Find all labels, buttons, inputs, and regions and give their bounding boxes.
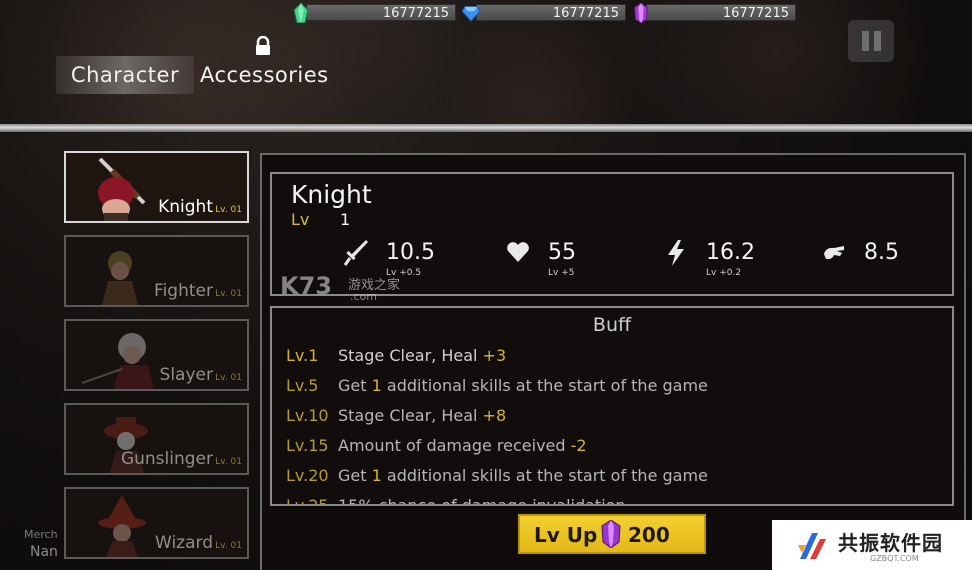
character-level: Lv. 01 <box>215 373 242 383</box>
stat-bonus: Lv +0.2 <box>706 268 742 278</box>
level-up-cost: 200 <box>628 523 670 547</box>
currency-purple-gem: 16777215 <box>632 2 796 23</box>
buff-row: Lv.20 Get 1 additional skills at the star… <box>286 466 708 492</box>
currency-value: 16777215 <box>476 4 626 21</box>
purple-gem-icon <box>601 520 621 548</box>
stat-value: 8.5 <box>864 240 899 265</box>
buff-text: Stage Clear, Heal <box>338 346 483 365</box>
buff-text: 15% <box>338 496 379 506</box>
currency-green-gem: 16777215 <box>292 2 456 23</box>
hero-level-label: Lv <box>291 210 310 229</box>
character-card-fighter[interactable]: Fighter Lv. 01 <box>64 235 249 307</box>
stat-value: 10.5 <box>386 240 435 265</box>
buff-highlight: +3 <box>482 346 507 365</box>
level-up-button[interactable]: Lv Up 200 <box>518 514 706 554</box>
buff-text: Get <box>338 466 372 485</box>
character-name: Gunslinger <box>120 449 213 469</box>
buff-text: additional skills at the start of the ga… <box>381 466 708 485</box>
purple-gem-icon <box>634 2 648 23</box>
character-level: Lv. 01 <box>215 541 242 551</box>
fighter-portrait-icon <box>102 251 138 305</box>
buff-text: Amount of damage received <box>338 436 571 455</box>
buff-text: Get <box>338 376 372 395</box>
gzbqt-watermark: 共振软件园 GZBQT.COM <box>772 520 972 570</box>
character-name: Fighter <box>154 281 213 301</box>
green-gem-icon <box>293 2 309 23</box>
buff-level: Lv.10 <box>286 406 329 425</box>
character-level: Lv. 01 <box>215 457 242 467</box>
buff-row: Lv.15 Amount of damage received -2 <box>286 436 587 462</box>
buff-level: Lv.25 <box>286 496 329 506</box>
character-card-gunslinger[interactable]: Gunslinger Lv. 01 <box>64 403 249 475</box>
stat-bonus: Lv +5 <box>548 268 575 278</box>
k73-watermark: K73 <box>280 272 332 300</box>
heart-icon <box>507 242 529 262</box>
lightning-icon <box>668 240 684 266</box>
stat-value: 16.2 <box>706 240 755 265</box>
character-name: Wizard <box>155 533 213 553</box>
gzbqt-logo-icon <box>798 533 826 559</box>
wizard-portrait-icon <box>98 495 146 557</box>
gzbqt-title: 共振软件园 <box>838 531 943 555</box>
character-name: Slayer <box>159 365 213 385</box>
side-label: Merch <box>24 528 58 541</box>
character-card-wizard[interactable]: Wizard Lv. 01 <box>64 487 249 559</box>
level-up-label: Lv Up <box>534 523 598 547</box>
buff-level: Lv.1 <box>286 346 319 365</box>
knight-portrait-icon <box>98 157 146 221</box>
buff-row: Lv.5 Get 1 additional skills at the start… <box>286 376 708 402</box>
tab-accessories[interactable]: Accessories <box>200 56 330 94</box>
hero-level-value: 1 <box>340 210 351 229</box>
character-level: Lv. 01 <box>215 289 242 299</box>
gzbqt-url: GZBQT.COM <box>870 554 919 563</box>
buff-level: Lv.20 <box>286 466 329 485</box>
buff-level: Lv.15 <box>286 436 329 455</box>
currency-blue-diamond: 16777215 <box>462 2 626 23</box>
buff-title: Buff <box>592 314 632 336</box>
buff-row: Lv.10 Stage Clear, Heal +8 <box>286 406 506 432</box>
buff-highlight: +8 <box>482 406 507 425</box>
slayer-portrait-icon <box>82 333 154 389</box>
sword-icon <box>344 240 368 266</box>
character-card-knight[interactable]: Knight Lv. 01 <box>64 151 249 223</box>
buff-list[interactable]: Buff Lv.1 Stage Clear, Heal +3 Lv.5 Get 1 … <box>270 306 954 506</box>
pause-icon <box>873 31 881 51</box>
buff-highlight: -2 <box>570 436 587 455</box>
character-name: Knight <box>158 197 213 217</box>
buff-highlight: 1 <box>371 466 382 485</box>
buff-level: Lv.5 <box>286 376 319 395</box>
buff-row: Lv.25 15% chance of damage invalidation <box>286 496 626 506</box>
buff-row: Lv.1 Stage Clear, Heal +3 <box>286 346 506 372</box>
buff-text: additional skills at the start of the ga… <box>381 376 708 395</box>
buff-text: Stage Clear, Heal <box>338 406 483 425</box>
divider <box>0 124 972 132</box>
currency-value: 16777215 <box>306 4 456 21</box>
k73-watermark-domain: .com <box>350 290 377 303</box>
critical-hand-icon <box>824 246 844 260</box>
lock-icon <box>256 36 270 55</box>
hero-name: Knight <box>291 180 372 209</box>
side-label: Nan <box>30 544 58 560</box>
buff-highlight: 1 <box>371 376 382 395</box>
pause-button[interactable] <box>848 20 894 62</box>
buff-text: chance of damage invalidation <box>378 496 626 506</box>
character-level: Lv. 01 <box>215 205 242 215</box>
stat-value: 55 <box>548 240 576 265</box>
tab-character[interactable]: Character <box>56 56 194 94</box>
character-card-slayer[interactable]: Slayer Lv. 01 <box>64 319 249 391</box>
pause-icon <box>861 31 869 51</box>
blue-diamond-icon <box>462 5 480 22</box>
currency-value: 16777215 <box>646 4 796 21</box>
